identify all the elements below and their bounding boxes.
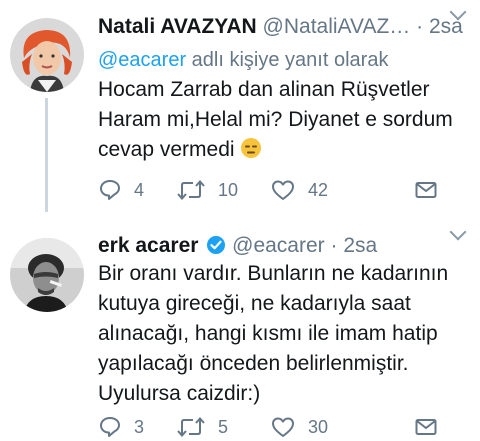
tweet-text-line: yapılacağı önceden belirlenmiştir. xyxy=(98,352,409,375)
user-handle[interactable]: @eacarer xyxy=(232,234,325,257)
reply-icon xyxy=(100,417,120,437)
tweet-text-line: kutuya gireceği, ne kadarıyla saat xyxy=(98,292,411,315)
tweet-header: Natali AVAZYAN @NataliAVAZ… · 2sa xyxy=(98,14,463,40)
reply-count: 4 xyxy=(134,179,145,200)
avatar-natali[interactable] xyxy=(10,18,84,92)
tweet-erk[interactable]: erk acarer @eacarer · 2sa Bir oranı vard… xyxy=(0,212,480,438)
thread-line xyxy=(45,98,48,212)
tweet-text-line: Bir oranı vardır. Bunların ne kadarının xyxy=(98,262,449,285)
reply-mention-link[interactable]: @eacarer xyxy=(98,49,186,71)
like-icon xyxy=(272,417,294,437)
like-count: 42 xyxy=(308,179,329,200)
like-button[interactable]: 30 xyxy=(270,413,328,441)
like-icon xyxy=(272,180,294,200)
display-name[interactable]: Natali AVAZYAN xyxy=(98,15,257,38)
tweet-text-line: alınacağı, hangi kısmı ile imam hatip xyxy=(98,322,438,345)
tweet-header: erk acarer @eacarer · 2sa xyxy=(98,233,377,262)
reply-count: 3 xyxy=(134,416,145,437)
tweet-natali[interactable]: Natali AVAZYAN @NataliAVAZ… · 2sa @eacar… xyxy=(0,0,480,212)
chevron-down-icon[interactable] xyxy=(449,223,467,241)
display-name[interactable]: erk acarer xyxy=(98,234,198,257)
tweet-text-line: cevap vermedi xyxy=(98,135,468,168)
reply-context: @eacarer adlı kişiye yanıt olarak xyxy=(98,47,388,73)
tweet-text-line: Uyulursa caizdir:) xyxy=(98,382,261,405)
direct-message-button[interactable] xyxy=(414,176,438,204)
like-count: 30 xyxy=(308,416,329,437)
tweet-actions: 4 10 42 xyxy=(98,176,468,204)
tweet-text: Hocam Zarrab dan alinan Rüşvetler Haram … xyxy=(98,75,468,168)
separator-dot: · xyxy=(416,15,424,38)
tweet-text-line: Hocam Zarrab dan alinan Rüşvetler xyxy=(98,78,430,101)
reply-icon xyxy=(100,180,120,200)
direct-message-icon xyxy=(415,419,437,435)
reply-button[interactable]: 4 xyxy=(98,176,144,204)
reply-button[interactable]: 3 xyxy=(98,413,144,441)
retweet-count: 5 xyxy=(218,416,229,437)
direct-message-icon xyxy=(415,182,437,198)
verified-badge-icon xyxy=(206,235,226,262)
retweet-icon xyxy=(177,416,205,438)
retweet-icon xyxy=(177,179,205,201)
user-handle[interactable]: @NataliAVAZ… xyxy=(263,15,411,38)
tweet-actions: 3 5 30 xyxy=(98,413,468,441)
tweet-text-fragment: cevap vermedi xyxy=(98,138,235,161)
retweet-count: 10 xyxy=(218,179,239,200)
timestamp[interactable]: 2sa xyxy=(343,234,377,257)
reply-context-text: adlı kişiye yanıt olarak xyxy=(186,49,389,71)
tweet-text: Bir oranı vardır. Bunların ne kadarının … xyxy=(98,259,468,409)
tweet-text-line: Haram mi,Helal mi? Diyanet e sordum xyxy=(98,108,453,131)
retweet-button[interactable]: 10 xyxy=(176,176,238,204)
separator-dot: · xyxy=(330,234,338,257)
retweet-button[interactable]: 5 xyxy=(176,413,228,441)
direct-message-button[interactable] xyxy=(414,413,438,441)
like-button[interactable]: 42 xyxy=(270,176,328,204)
expressionless-face-emoji xyxy=(240,137,262,168)
avatar-erk[interactable] xyxy=(10,238,84,312)
